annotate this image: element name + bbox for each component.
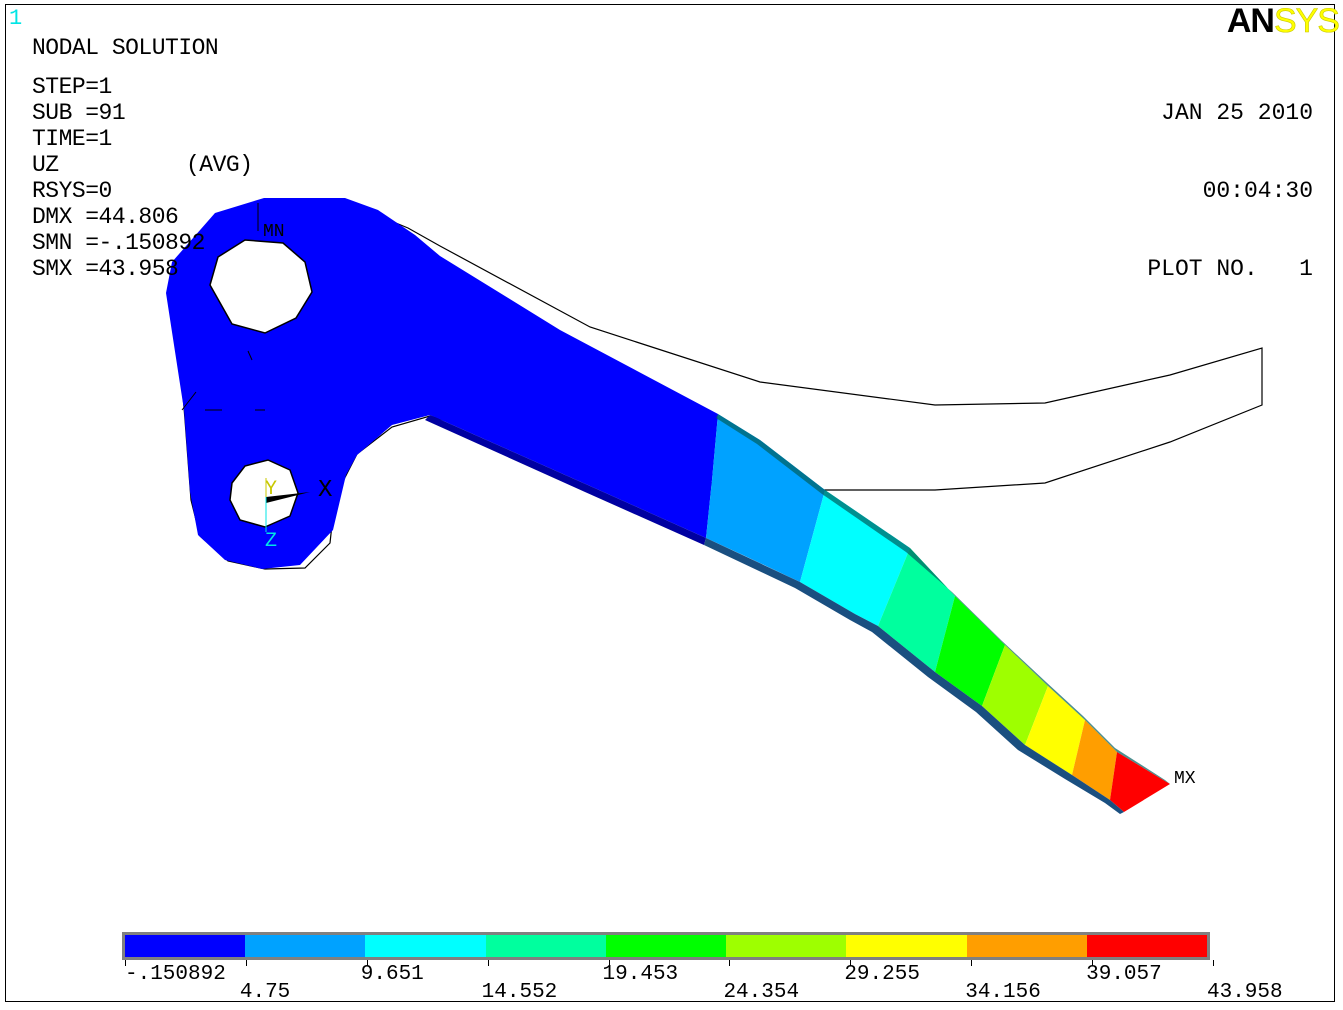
logo-sys: SYS <box>1273 2 1341 41</box>
logo-an: AN <box>1226 2 1275 40</box>
avg-label: (AVG) <box>186 152 253 178</box>
legend-swatch-2 <box>245 935 366 957</box>
legend-tick <box>1213 960 1214 966</box>
ansys-logo: ANSYS <box>1226 2 1341 41</box>
legend-tick <box>487 960 489 966</box>
legend-swatch-7 <box>846 935 967 957</box>
triad-x-label: X <box>318 477 332 504</box>
contour-legend-bar <box>122 932 1210 960</box>
legend-value-label: 39.057 <box>1086 963 1162 986</box>
smx-line: SMX =43.958 <box>32 256 179 282</box>
legend-tick <box>245 960 247 966</box>
min-marker: MN <box>263 222 285 242</box>
legend-swatch-1 <box>125 935 246 957</box>
legend-value-label: -.150892 <box>125 963 226 986</box>
legend-value-label: 34.156 <box>965 981 1041 1004</box>
plot-date: JAN 25 2010 <box>1161 100 1313 126</box>
legend-value-label: 24.354 <box>723 981 800 1004</box>
dmx-line: DMX =44.806 <box>32 204 179 230</box>
legend-value-label: 19.453 <box>602 963 679 986</box>
legend-tick <box>971 960 973 966</box>
legend-swatch-4 <box>485 935 606 957</box>
legend-value-label: 9.651 <box>360 963 424 986</box>
sub-line: SUB =91 <box>32 100 126 126</box>
legend-value-label: 14.552 <box>481 981 558 1004</box>
legend-tick <box>729 960 731 966</box>
triad-y-label: Y <box>265 478 277 501</box>
plot-number: PLOT NO. 1 <box>1147 256 1313 282</box>
legend-swatch-3 <box>365 935 486 957</box>
legend-swatch-5 <box>605 935 727 957</box>
legend-value-label: 29.255 <box>844 963 920 986</box>
plot-time: 00:04:30 <box>1202 178 1313 204</box>
contour-bands <box>166 198 1170 814</box>
triad-z-label: Z <box>265 530 277 553</box>
legend-value-label: 4.75 <box>239 981 291 1004</box>
legend-swatch-9 <box>1086 935 1207 957</box>
legend-value-label: 43.958 <box>1207 981 1283 1004</box>
date-block: JAN 25 2010 00:04:30 PLOT NO. 1 <box>1147 48 1313 308</box>
legend-swatch-6 <box>726 935 847 957</box>
item-line: UZ <box>32 152 59 178</box>
time-line: TIME=1 <box>32 126 112 152</box>
solution-title: NODAL SOLUTION <box>32 35 219 61</box>
step-line: STEP=1 <box>32 74 112 100</box>
rsys-line: RSYS=0 <box>32 178 112 204</box>
legend-swatch-8 <box>966 935 1087 957</box>
window-number: 1 <box>9 6 23 31</box>
max-marker: MX <box>1174 769 1196 789</box>
smn-line: SMN =-.150892 <box>32 230 205 256</box>
